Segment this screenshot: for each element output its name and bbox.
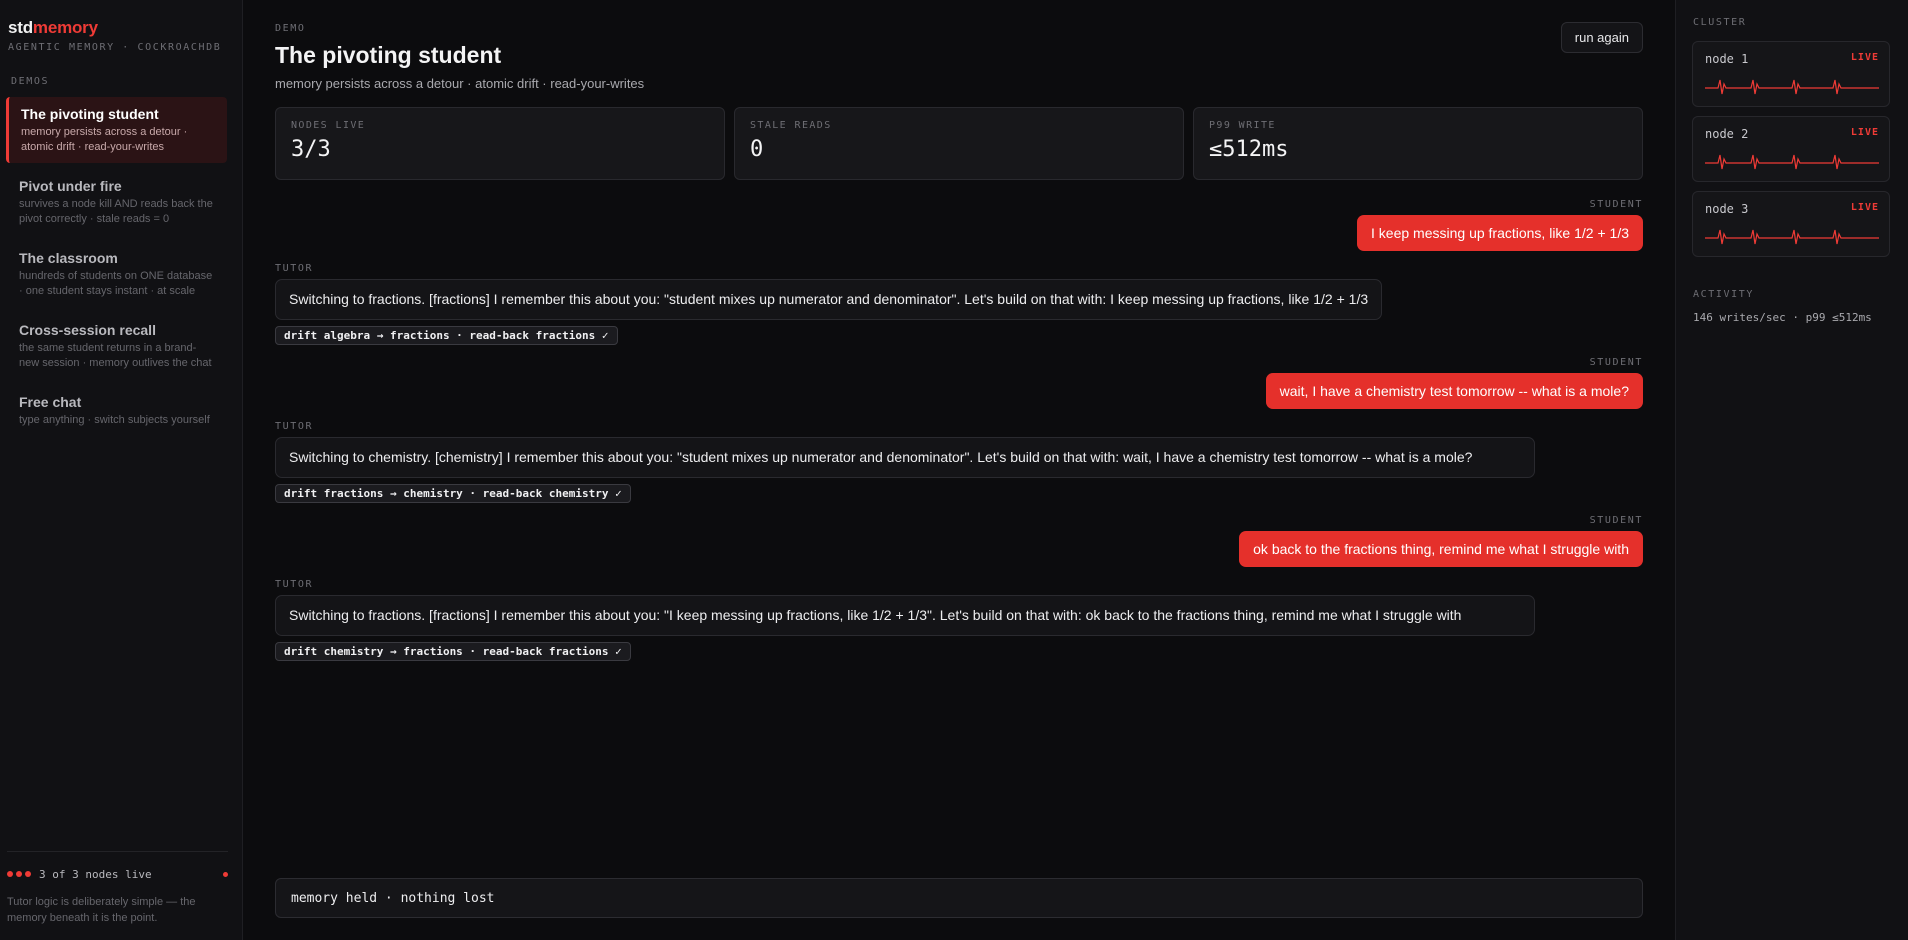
node-card-1: node 1 LIVE	[1692, 41, 1890, 107]
demo-title: The classroom	[19, 250, 118, 266]
drift-tag: drift fractions → chemistry · read-back …	[275, 484, 631, 503]
node-status-badge: LIVE	[1850, 127, 1879, 138]
run-again-button[interactable]: run again	[1560, 22, 1643, 53]
node-status-badge: LIVE	[1850, 202, 1879, 213]
nodes-live-text: 3 of 3 nodes live	[39, 867, 152, 881]
stat-value: 3/3	[291, 137, 331, 162]
footer-note: Tutor logic is deliberately simple — the…	[7, 896, 196, 924]
brand-suffix: memory	[32, 18, 98, 37]
message-role: STUDENT	[1589, 199, 1643, 210]
demo-item-pivoting-student[interactable]: The pivoting student memory persists acr…	[6, 97, 227, 163]
node-card-2: node 2 LIVE	[1692, 116, 1890, 182]
sidebar-footer: 3 of 3 nodes live Tutor logic is deliber…	[7, 851, 228, 940]
node-name: node 1	[1705, 52, 1749, 66]
main-panel: DEMO The pivoting student memory persist…	[243, 0, 1675, 940]
student-message: STUDENT ok back to the fractions thing, …	[275, 515, 1643, 567]
page-eyebrow: DEMO	[275, 23, 306, 34]
stat-value: ≤512ms	[1209, 137, 1289, 162]
brand-prefix: std	[8, 18, 33, 37]
stat-label: NODES LIVE	[291, 120, 366, 131]
demo-title: Cross-session recall	[19, 322, 156, 338]
brand-logo: stdmemory	[8, 18, 98, 38]
nodes-live-status: 3 of 3 nodes live	[7, 866, 228, 882]
student-bubble: ok back to the fractions thing, remind m…	[1239, 531, 1643, 567]
page-title: The pivoting student	[275, 42, 502, 68]
demos-section-label: DEMOS	[11, 76, 50, 87]
node-card-3: node 3 LIVE	[1692, 191, 1890, 257]
student-message: STUDENT wait, I have a chemistry test to…	[275, 357, 1643, 409]
demo-item-pivot-under-fire[interactable]: Pivot under fire survives a node kill AN…	[6, 169, 227, 235]
stat-card-p99-write: P99 WRITE ≤512ms	[1193, 107, 1643, 180]
divider	[7, 851, 228, 852]
stat-card-nodes-live: NODES LIVE 3/3	[275, 107, 725, 180]
heartbeat-sparkline-icon	[1705, 79, 1879, 95]
page-subtitle: memory persists across a detour · atomic…	[275, 76, 645, 91]
student-bubble: I keep messing up fractions, like 1/2 + …	[1357, 215, 1643, 251]
tutor-message: TUTOR Switching to fractions. [fractions…	[275, 263, 1643, 345]
tutor-message: TUTOR Switching to fractions. [fractions…	[275, 579, 1643, 661]
memory-status-bar: memory held · nothing lost	[275, 878, 1643, 918]
heartbeat-sparkline-icon	[1705, 229, 1879, 245]
tutor-bubble: Switching to fractions. [fractions] I re…	[275, 279, 1383, 320]
demo-title: Free chat	[19, 394, 82, 410]
message-role: STUDENT	[1589, 357, 1643, 368]
heartbeat-sparkline-icon	[1705, 154, 1879, 170]
node-name: node 3	[1705, 202, 1749, 216]
stat-label: STALE READS	[750, 120, 832, 131]
tutor-bubble: Switching to chemistry. [chemistry] I re…	[275, 437, 1535, 478]
memory-status-text: memory held · nothing lost	[291, 890, 495, 906]
tutor-bubble: Switching to fractions. [fractions] I re…	[275, 595, 1535, 636]
demo-list: The pivoting student memory persists acr…	[6, 97, 227, 442]
tutor-message: TUTOR Switching to chemistry. [chemistry…	[275, 421, 1643, 503]
demo-description: memory persists across a detour · atomic…	[21, 126, 188, 153]
student-message: STUDENT I keep messing up fractions, lik…	[275, 199, 1643, 251]
demo-item-cross-session-recall[interactable]: Cross-session recall the same student re…	[6, 313, 227, 379]
node-dots-icon	[7, 871, 31, 877]
node-name: node 2	[1705, 127, 1749, 141]
chat-transcript: STUDENT I keep messing up fractions, lik…	[275, 199, 1643, 661]
sidebar: stdmemory AGENTIC MEMORY · COCKROACHDB D…	[0, 0, 243, 940]
stat-label: P99 WRITE	[1209, 120, 1276, 131]
demo-title: Pivot under fire	[19, 178, 122, 194]
demo-description: type anything · switch subjects yourself	[19, 414, 210, 426]
demo-description: the same student returns in a brand-new …	[19, 342, 212, 369]
stat-value: 0	[750, 137, 764, 162]
demo-title: The pivoting student	[21, 106, 159, 122]
demo-description: hundreds of students on ONE database · o…	[19, 270, 213, 297]
demo-description: survives a node kill AND reads back the …	[19, 198, 213, 225]
message-role: TUTOR	[275, 263, 314, 274]
live-indicator-icon	[223, 871, 228, 877]
cluster-panel: CLUSTER node 1 LIVE node 2 LIVE node 3 L…	[1675, 0, 1908, 940]
demo-item-classroom[interactable]: The classroom hundreds of students on ON…	[6, 241, 227, 307]
activity-label: ACTIVITY	[1693, 289, 1754, 300]
node-status-badge: LIVE	[1850, 52, 1879, 63]
activity-text: 146 writes/sec · p99 ≤512ms	[1693, 311, 1872, 324]
stats-row: NODES LIVE 3/3 STALE READS 0 P99 WRITE ≤…	[275, 107, 1643, 180]
drift-tag: drift chemistry → fractions · read-back …	[275, 642, 631, 661]
message-role: TUTOR	[275, 421, 314, 432]
stat-card-stale-reads: STALE READS 0	[734, 107, 1184, 180]
demo-item-free-chat[interactable]: Free chat type anything · switch subject…	[6, 385, 227, 436]
student-bubble: wait, I have a chemistry test tomorrow -…	[1265, 373, 1643, 409]
cluster-label: CLUSTER	[1693, 17, 1747, 28]
brand-subtitle: AGENTIC MEMORY · COCKROACHDB	[8, 42, 222, 53]
drift-tag: drift algebra → fractions · read-back fr…	[275, 326, 618, 345]
message-role: TUTOR	[275, 579, 314, 590]
message-role: STUDENT	[1589, 515, 1643, 526]
